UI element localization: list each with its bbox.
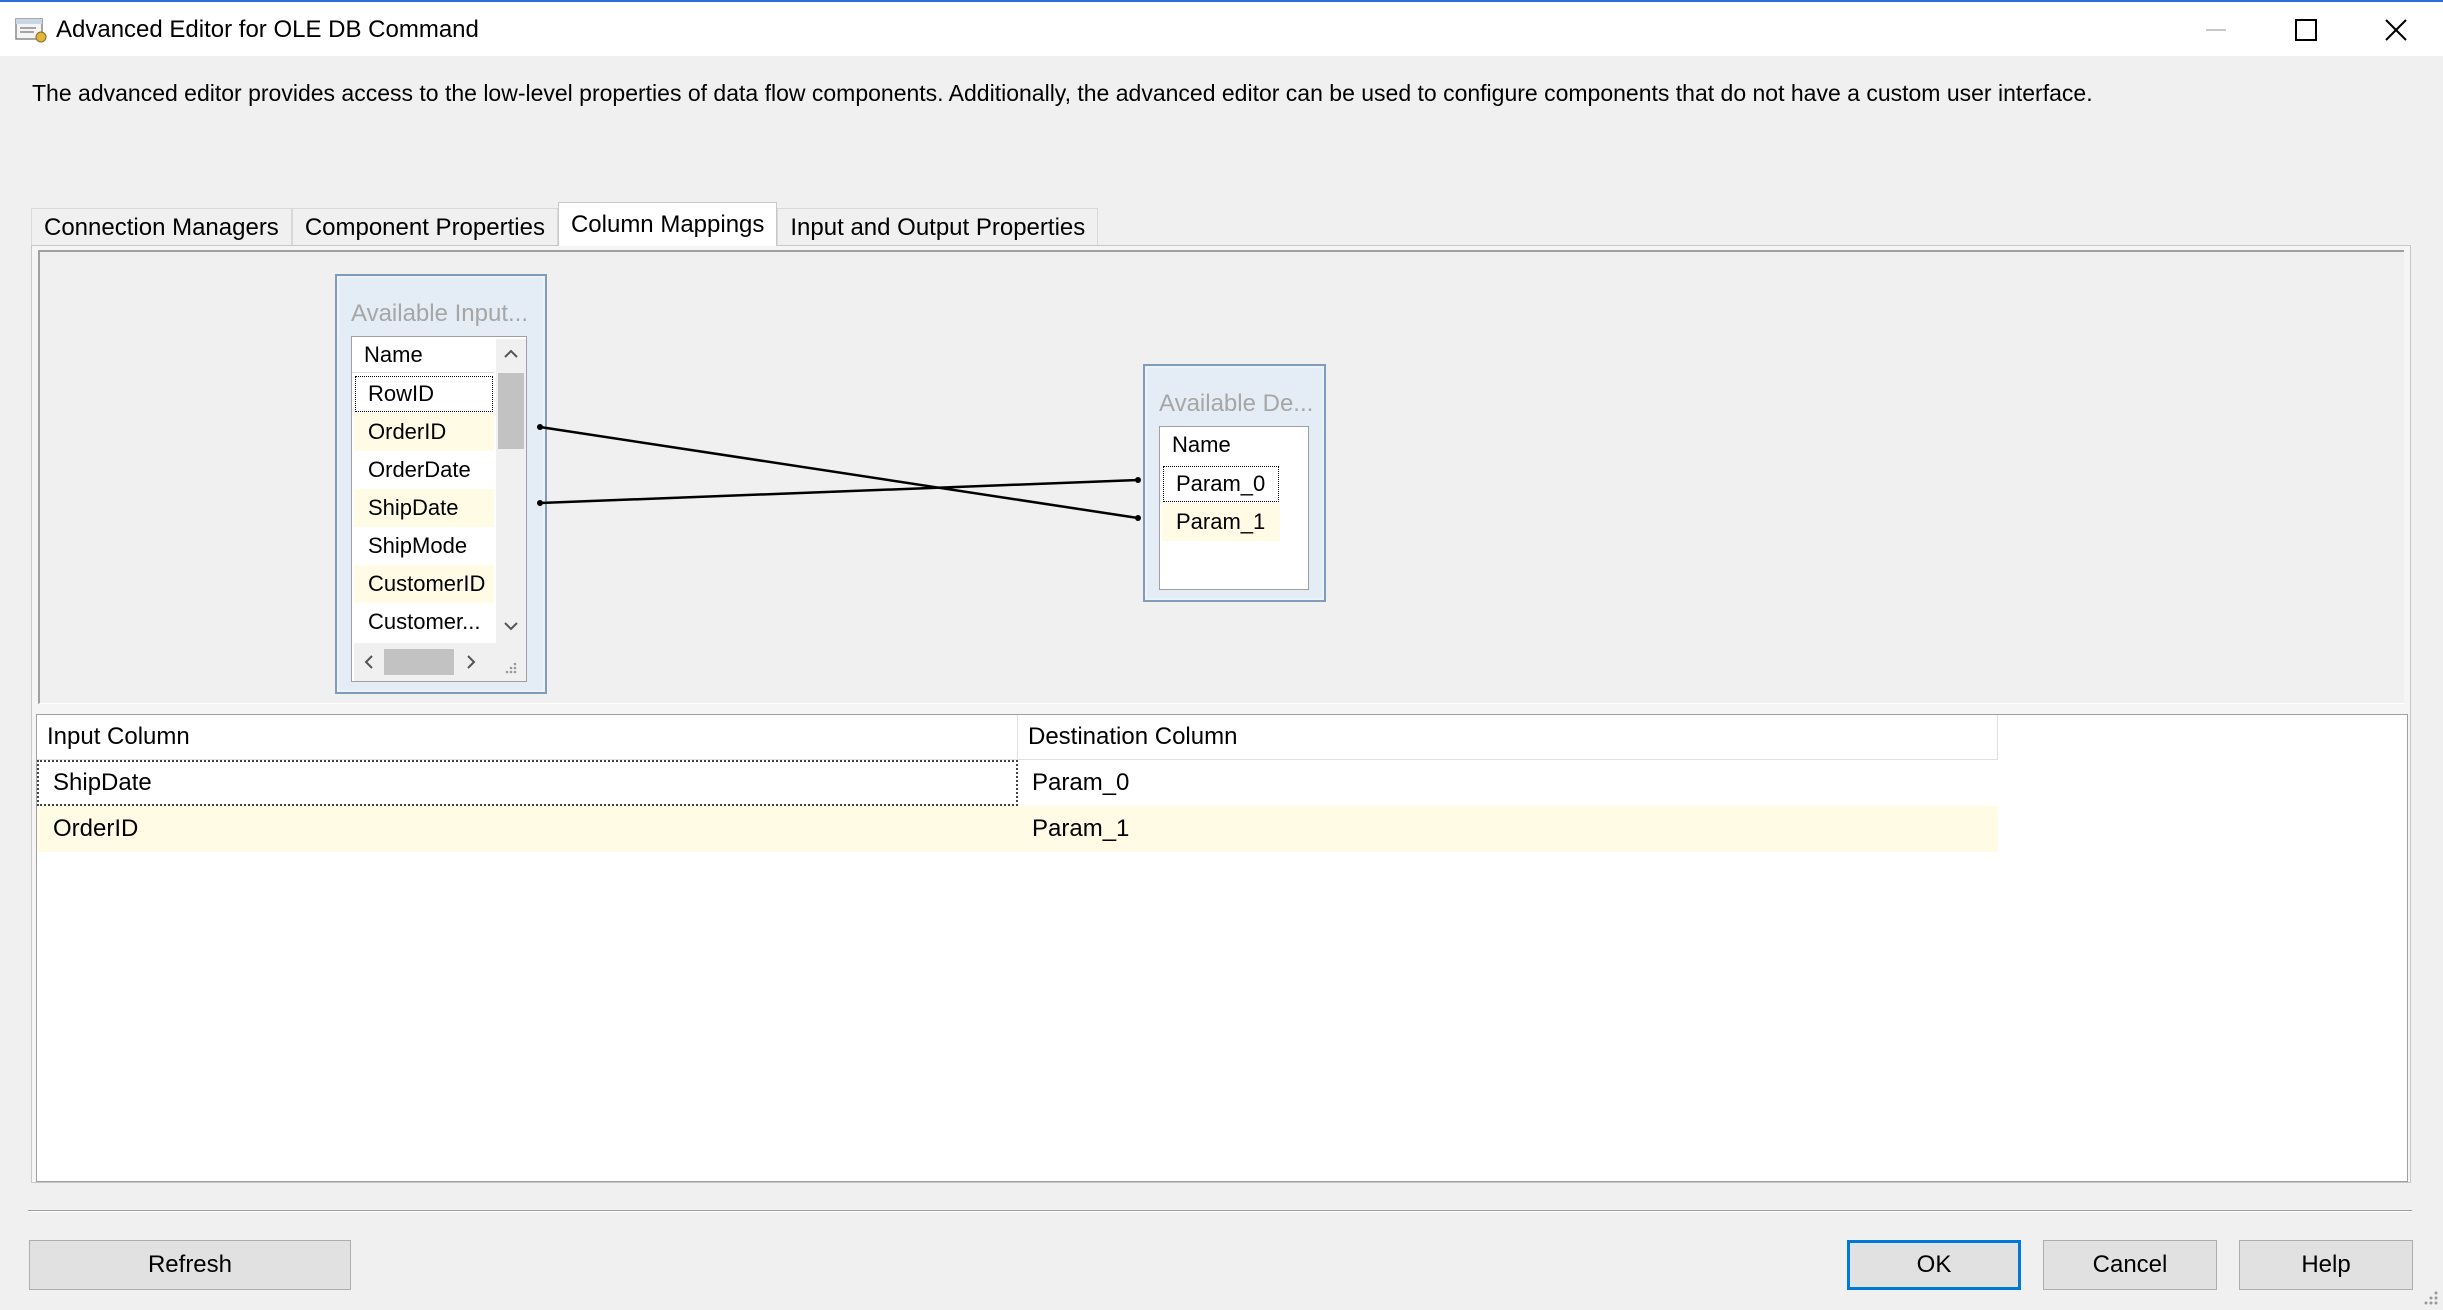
input-column-customerid[interactable]: CustomerID bbox=[354, 565, 494, 603]
input-list-vertical-scrollbar[interactable] bbox=[496, 339, 526, 643]
input-list-horizontal-scrollbar[interactable] bbox=[354, 643, 526, 681]
available-input-columns-list[interactable]: Name RowID OrderID OrderDate ShipDate Sh… bbox=[351, 336, 527, 682]
tab-column-mappings[interactable]: Column Mappings bbox=[557, 202, 778, 246]
input-column-orderdate[interactable]: OrderDate bbox=[354, 451, 494, 489]
available-destination-columns-box[interactable]: Available De... Name Param_0 Param_1 bbox=[1143, 364, 1326, 602]
grid-header-input-column[interactable]: Input Column bbox=[37, 715, 1018, 760]
table-row[interactable]: ShipDate Param_0 bbox=[37, 760, 1998, 806]
input-column-customer-truncated[interactable]: Customer... bbox=[354, 603, 494, 641]
grid-header-destination-column[interactable]: Destination Column bbox=[1018, 715, 1998, 760]
editor-description: The advanced editor provides access to t… bbox=[32, 80, 2093, 106]
maximize-button[interactable] bbox=[2260, 2, 2352, 58]
input-column-shipdate[interactable]: ShipDate bbox=[354, 489, 494, 527]
app-icon bbox=[14, 16, 48, 44]
maximize-icon bbox=[2295, 19, 2317, 41]
close-button[interactable] bbox=[2350, 2, 2442, 58]
close-icon bbox=[2385, 19, 2407, 41]
help-button[interactable]: Help bbox=[2239, 1240, 2413, 1290]
minimize-button[interactable] bbox=[2170, 2, 2262, 58]
title-bar: Advanced Editor for OLE DB Command bbox=[0, 0, 2443, 56]
tab-connection-managers[interactable]: Connection Managers bbox=[31, 208, 292, 246]
input-list-horizontal-thumb[interactable] bbox=[384, 649, 454, 675]
minimize-icon bbox=[2206, 29, 2226, 31]
destination-column-param-0[interactable]: Param_0 bbox=[1162, 465, 1280, 503]
list-header-name: Name bbox=[352, 337, 494, 373]
input-column-shipmode[interactable]: ShipMode bbox=[354, 527, 494, 565]
tab-input-output-properties[interactable]: Input and Output Properties bbox=[777, 208, 1099, 246]
input-list-vertical-thumb[interactable] bbox=[498, 373, 524, 449]
scroll-left-icon[interactable] bbox=[358, 652, 378, 672]
destination-column-param-1[interactable]: Param_1 bbox=[1162, 503, 1280, 541]
tab-component-properties[interactable]: Component Properties bbox=[291, 208, 558, 246]
scroll-right-icon[interactable] bbox=[462, 652, 482, 672]
table-row[interactable]: OrderID Param_1 bbox=[37, 806, 1998, 852]
grid-cell-destination-column[interactable]: Param_1 bbox=[1018, 806, 1998, 852]
grid-cell-input-column[interactable]: ShipDate bbox=[37, 760, 1018, 806]
mapping-diagram: Available Input... Name RowID OrderID Or… bbox=[38, 250, 2404, 704]
window-resize-grip-icon[interactable] bbox=[2421, 1288, 2439, 1306]
scroll-up-icon[interactable] bbox=[501, 343, 521, 363]
available-input-columns-box[interactable]: Available Input... Name RowID OrderID Or… bbox=[335, 274, 547, 694]
available-input-columns-title: Available Input... bbox=[351, 300, 529, 327]
window-title: Advanced Editor for OLE DB Command bbox=[56, 16, 479, 43]
refresh-button[interactable]: Refresh bbox=[29, 1240, 351, 1290]
cancel-button[interactable]: Cancel bbox=[2043, 1240, 2217, 1290]
available-destination-columns-list[interactable]: Name Param_0 Param_1 bbox=[1159, 426, 1309, 590]
input-column-rowid[interactable]: RowID bbox=[354, 375, 494, 413]
tab-strip: Connection Managers Component Properties… bbox=[31, 202, 1099, 246]
column-mappings-panel: Available Input... Name RowID OrderID Or… bbox=[31, 245, 2411, 1183]
ok-button[interactable]: OK bbox=[1847, 1240, 2021, 1290]
destination-list-header-name: Name bbox=[1160, 427, 1306, 463]
resize-grip-icon bbox=[500, 657, 520, 677]
available-destination-columns-title: Available De... bbox=[1159, 390, 1314, 417]
grid-header-row: Input Column Destination Column bbox=[37, 715, 1998, 760]
footer-separator bbox=[28, 1210, 2412, 1212]
scroll-down-icon[interactable] bbox=[501, 617, 521, 637]
grid-cell-destination-column[interactable]: Param_0 bbox=[1018, 760, 1998, 806]
grid-cell-input-column[interactable]: OrderID bbox=[37, 806, 1018, 852]
input-column-orderid[interactable]: OrderID bbox=[354, 413, 494, 451]
column-mappings-grid[interactable]: Input Column Destination Column ShipDate… bbox=[36, 714, 2408, 1182]
